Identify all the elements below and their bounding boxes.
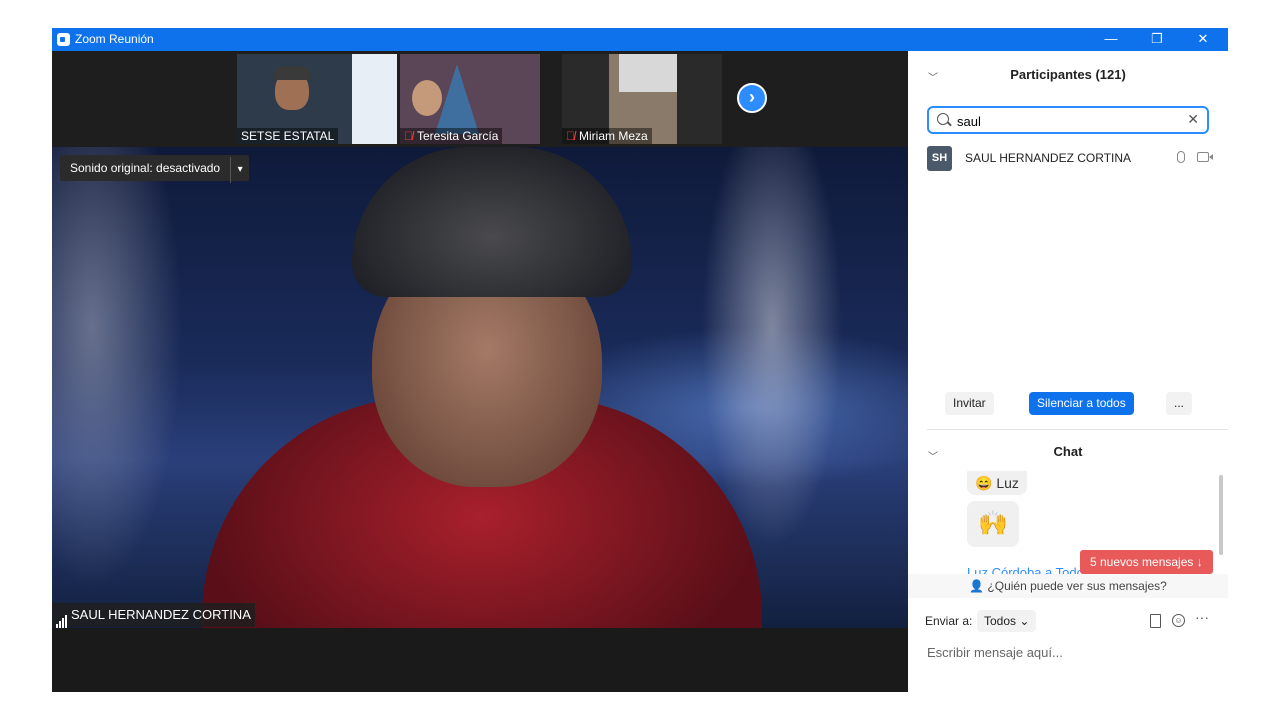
chevron-down-icon: ⌄ [1019, 614, 1030, 628]
invite-button[interactable]: Invitar [945, 392, 994, 415]
zoom-logo-icon [57, 33, 70, 46]
minimize-button[interactable]: — [1088, 28, 1134, 51]
thumbnail-name: SETSE ESTATAL [237, 128, 339, 144]
file-icon[interactable] [1150, 614, 1161, 628]
window-title: Zoom Reunión [75, 32, 154, 46]
message-sender: Luz Córdoba a Todos [967, 565, 1091, 574]
chat-scrollbar[interactable] [1219, 475, 1223, 555]
send-to-row: Enviar a: Todos ⌄ ☺ ··· [925, 609, 1220, 633]
divider [927, 429, 1228, 430]
more-icon[interactable]: ··· [1195, 609, 1209, 625]
maximize-button[interactable]: ❐ [1134, 28, 1180, 51]
clear-search-icon[interactable]: ✕ [1187, 111, 1199, 128]
title-bar: Zoom Reunión — ❐ ✕ [52, 28, 1228, 51]
person-lock-icon: 👤 [969, 579, 985, 593]
speaker-name-label: SAUL HERNANDEZ CORTINA [52, 603, 255, 628]
original-sound-toggle[interactable]: Sonido original: desactivado ▾ [60, 155, 250, 183]
participant-search[interactable]: ✕ [927, 106, 1209, 134]
chat-message: 😄 Luz [967, 471, 1027, 495]
send-to-label: Enviar a: [925, 614, 973, 628]
new-messages-button[interactable]: 5 nuevos mensajes ↓ [1080, 550, 1213, 574]
mic-muted-icon: 🎙̸ [404, 129, 413, 143]
signal-strength-icon [56, 604, 68, 628]
emoji: 😄 [975, 475, 993, 491]
recipient-dropdown[interactable]: Todos ⌄ [977, 610, 1037, 632]
side-panel: ﹀ Participantes (121) ✕ SH SAUL HERNANDE… [908, 51, 1228, 692]
thumbnail-name: 🎙̸ Teresita García [400, 128, 503, 144]
thumbnail-video[interactable]: 🎙̸ Miriam Meza [562, 54, 722, 144]
more-options-button[interactable]: ... [1166, 392, 1193, 415]
avatar: SH [927, 146, 952, 171]
video-area: SETSE ESTATAL 🎙̸ Teresita García 🎙̸ Miriam… [52, 51, 908, 692]
participant-face [412, 80, 442, 116]
chat-header: Chat [1053, 444, 1083, 459]
raised-hands-emoji: 🙌 [978, 510, 1008, 537]
participant-name: SAUL HERNANDEZ CORTINA [965, 151, 1132, 165]
thumbnail-video[interactable]: SETSE ESTATAL [237, 54, 397, 144]
video-camera-icon[interactable] [1197, 152, 1213, 162]
thumbnail-strip: SETSE ESTATAL 🎙̸ Teresita García 🎙̸ Miriam… [52, 51, 908, 147]
arrow-down-icon: ↓ [1196, 555, 1203, 569]
chat-message-input[interactable] [925, 641, 1209, 663]
mic-muted-icon: 🎙̸ [566, 129, 575, 143]
microphone-icon[interactable] [1177, 151, 1185, 163]
chevron-down-icon[interactable]: ▾ [230, 157, 249, 183]
shared-screen-image [352, 54, 397, 144]
participant-cap [273, 66, 311, 80]
thumbnail-video[interactable]: 🎙̸ Teresita García [400, 54, 540, 144]
close-button[interactable]: ✕ [1180, 28, 1226, 51]
next-page-button[interactable]: › [737, 83, 767, 113]
thumbnail-name: 🎙̸ Miriam Meza [562, 128, 652, 144]
who-can-see-link[interactable]: 👤 ¿Quién puede ver sus mensajes? [908, 574, 1228, 598]
zoom-window: Zoom Reunión — ❐ ✕ SETSE ESTATAL 🎙̸ Teres… [52, 28, 1228, 692]
participants-header: Participantes (121) [1010, 67, 1126, 82]
original-sound-label: Sonido original: desactivado [70, 161, 221, 175]
emoji-icon[interactable]: ☺ [1172, 614, 1185, 627]
speaker-cap [352, 147, 632, 297]
chat-message: 🙌 [967, 501, 1019, 547]
search-icon [937, 113, 949, 125]
active-speaker-video: Sonido original: desactivado ▾ SAUL HERNA… [52, 147, 908, 628]
search-input[interactable] [955, 111, 1189, 131]
participant-row[interactable]: SH SAUL HERNANDEZ CORTINA [927, 146, 1217, 172]
mute-all-button[interactable]: Silenciar a todos [1029, 392, 1134, 415]
